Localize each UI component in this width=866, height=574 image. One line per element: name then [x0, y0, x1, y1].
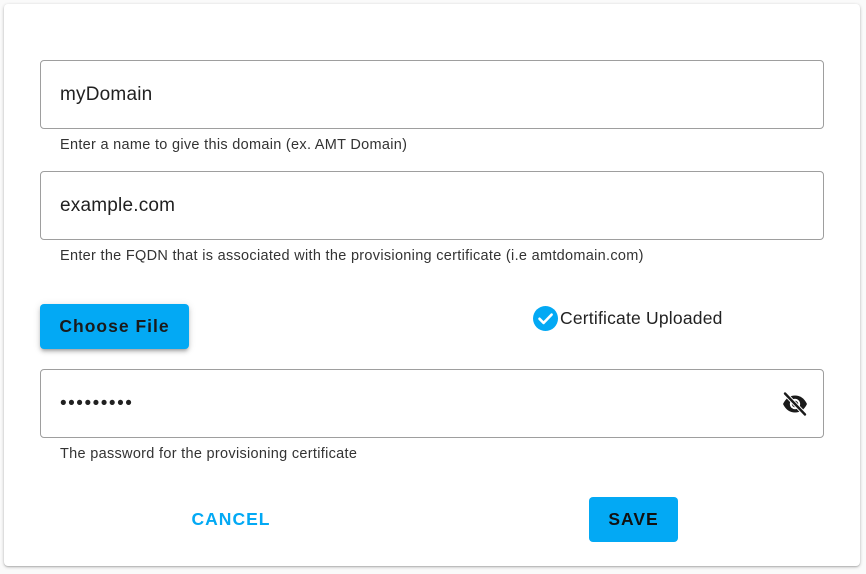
- domain-dialog: myDomain Enter a name to give this domai…: [4, 4, 860, 566]
- cancel-button[interactable]: CANCEL: [176, 497, 286, 542]
- save-button[interactable]: SAVE: [589, 497, 678, 542]
- eye-off-icon[interactable]: [781, 391, 809, 417]
- fqdn-hint: Enter the FQDN that is associated with t…: [60, 248, 644, 264]
- password-field[interactable]: •••••••••: [40, 369, 824, 438]
- fqdn-value[interactable]: example.com: [60, 172, 175, 239]
- domain-name-hint: Enter a name to give this domain (ex. AM…: [60, 137, 408, 153]
- choose-file-button[interactable]: Choose File: [40, 304, 189, 349]
- password-value[interactable]: •••••••••: [60, 370, 133, 437]
- certificate-status-label: Certificate Uploaded: [560, 307, 723, 328]
- domain-name-value[interactable]: myDomain: [60, 61, 152, 128]
- password-hint: The password for the provisioning certif…: [60, 446, 358, 462]
- fqdn-field[interactable]: example.com: [40, 171, 824, 240]
- certificate-status: Certificate Uploaded: [533, 304, 723, 332]
- check-circle-icon: [533, 305, 558, 331]
- domain-name-field[interactable]: myDomain: [40, 60, 824, 129]
